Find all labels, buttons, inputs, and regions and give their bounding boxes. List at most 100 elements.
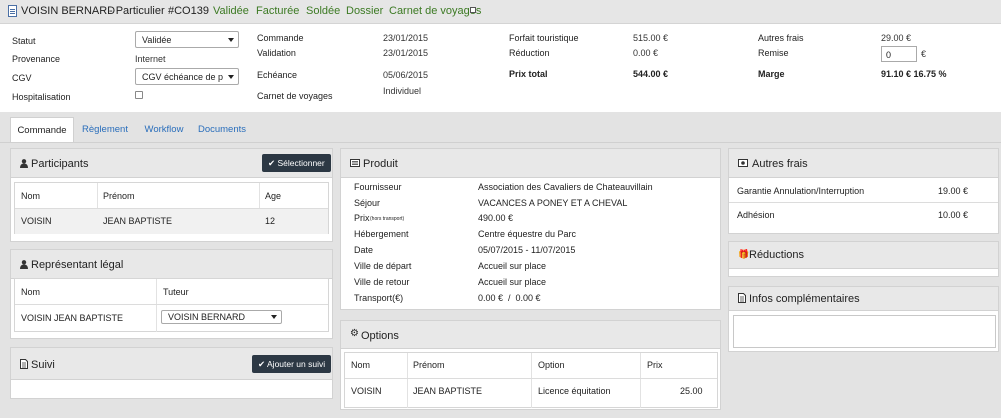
cgv-label: CGV	[12, 73, 32, 83]
remise-input[interactable]: 0	[881, 46, 917, 62]
participants-panel: Participants ✔ Sélectionner Nom Prénom A…	[10, 148, 333, 242]
ville-depart-label: Ville de départ	[354, 261, 412, 271]
ville-depart-value: Accueil sur place	[478, 261, 547, 271]
representant-panel: Représentant légal Nom Tuteur VOISIN JEA…	[10, 249, 333, 339]
chevron-down-icon	[228, 75, 234, 79]
provenance-label: Provenance	[12, 54, 61, 64]
reductions-panel: 🎁 Réductions	[728, 241, 999, 277]
suivi-panel: Suivi ✔ Ajouter un suivi	[10, 347, 333, 399]
reductions-title: Réductions	[749, 249, 805, 261]
participant-prenom: JEAN BAPTISTE	[103, 216, 173, 226]
user-icon	[20, 159, 28, 168]
prix-total-label: Prix total	[509, 69, 548, 79]
echeance-label: Echéance	[257, 70, 298, 80]
representant-title: Représentant légal	[31, 259, 124, 271]
tab-workflow[interactable]: Workflow	[138, 117, 190, 143]
status-soldee[interactable]: Soldée	[306, 5, 340, 17]
garantie-label: Garantie Annulation/Interruption	[737, 186, 865, 196]
commande-date: 23/01/2015	[383, 33, 429, 43]
col-header-option: Option	[538, 360, 565, 370]
customer-type: - Particulier	[109, 5, 165, 17]
document-icon	[8, 5, 17, 17]
hebergement-label: Hébergement	[354, 229, 409, 239]
echeance-date: 05/06/2015	[383, 70, 429, 80]
autres-frais-label: Autres frais	[758, 33, 804, 43]
order-header-bar: VOISIN BERNARD - Particulier #CO139 Vali…	[0, 0, 1001, 24]
statut-label: Statut	[12, 36, 36, 46]
tab-documents[interactable]: Documents	[194, 117, 250, 143]
status-dossier[interactable]: Dossier	[346, 5, 383, 17]
file-icon	[20, 359, 28, 369]
autres-frais-title: Autres frais	[752, 158, 808, 170]
tuteur-select[interactable]: VOISIN BERNARD	[161, 310, 282, 324]
tab-commande[interactable]: Commande	[10, 117, 74, 143]
adhesion-label: Adhésion	[737, 210, 775, 220]
list-box-icon	[350, 159, 360, 167]
chevron-down-icon	[271, 315, 277, 319]
order-code: #CO139	[168, 5, 209, 17]
col-divider	[531, 353, 532, 408]
adhesion-value: 10.00 €	[938, 210, 969, 220]
ville-retour-label: Ville de retour	[354, 277, 410, 287]
col-divider	[640, 353, 641, 408]
user-icon	[20, 260, 28, 269]
table-row[interactable]: VOISIN JEAN BAPTISTE 12	[15, 209, 328, 234]
prix-label: Prix	[354, 213, 370, 223]
provenance-value: Internet	[135, 54, 166, 64]
hebergement-value: Centre équestre du Parc	[478, 229, 577, 239]
produit-panel: Produit Fournisseur Association des Cava…	[340, 148, 721, 310]
money-icon	[738, 159, 748, 167]
file-icon	[738, 293, 746, 303]
option-label: Licence équitation	[538, 386, 611, 396]
col-header-nom: Nom	[21, 191, 41, 201]
suivi-title: Suivi	[31, 359, 55, 371]
cgv-select[interactable]: CGV échéance de p	[135, 68, 239, 85]
date-label: Date	[354, 245, 374, 255]
autres-frais-value: 29.00 €	[881, 33, 912, 43]
gear-icon: ⚙	[350, 328, 359, 339]
ajouter-suivi-button[interactable]: ✔ Ajouter un suivi	[252, 355, 332, 373]
options-table: Nom Prénom Option Prix VOISIN JEAN BAPTI…	[344, 352, 718, 408]
col-header-nom: Nom	[21, 287, 41, 297]
status-facturee[interactable]: Facturée	[256, 5, 299, 17]
reduction-label: Réduction	[509, 48, 550, 58]
col-divider	[407, 353, 408, 408]
status-carnet-voyages[interactable]: Carnet de voyages	[389, 5, 481, 17]
infos-panel: Infos complémentaires	[728, 286, 999, 352]
participants-title: Participants	[31, 158, 89, 170]
fournisseur-value: Association des Cavaliers de Chateauvill…	[478, 182, 653, 192]
row-divider	[729, 202, 998, 203]
validation-date: 23/01/2015	[383, 48, 429, 58]
option-prenom: JEAN BAPTISTE	[413, 386, 483, 396]
tuteur-select-value: VOISIN BERNARD	[168, 312, 246, 322]
tab-reglement[interactable]: Règlement	[76, 117, 134, 143]
col-divider	[156, 279, 157, 332]
option-prix: 25.00	[680, 386, 703, 396]
representant-panel-header: Représentant légal	[11, 250, 332, 279]
statut-select[interactable]: Validée	[135, 31, 239, 48]
infos-panel-header: Infos complémentaires	[729, 287, 998, 311]
selectionner-button[interactable]: ✔ Sélectionner	[262, 154, 331, 172]
row-divider	[345, 378, 717, 379]
col-header-tuteur: Tuteur	[163, 287, 189, 297]
forfait-label: Forfait touristique	[509, 33, 579, 43]
statut-select-value: Validée	[142, 35, 172, 45]
transport-label: Transport(€)	[354, 293, 404, 303]
carnet-check-icon	[470, 7, 476, 13]
status-validee[interactable]: Validée	[213, 5, 249, 17]
gift-icon: 🎁	[738, 249, 750, 259]
hospitalisation-checkbox[interactable]	[135, 91, 143, 99]
forfait-value: 515.00 €	[633, 33, 669, 43]
infos-title: Infos complémentaires	[749, 293, 860, 305]
infos-textarea[interactable]	[733, 315, 996, 348]
participants-panel-header: Participants ✔ Sélectionner	[11, 149, 332, 178]
col-header-prenom: Prénom	[103, 191, 135, 201]
col-header-prenom: Prénom	[413, 360, 445, 370]
options-panel-header: ⚙ Options	[341, 321, 720, 349]
ajouter-suivi-label: Ajouter un suivi	[267, 359, 326, 369]
sejour-label: Séjour	[354, 198, 381, 208]
chevron-down-icon	[228, 38, 234, 42]
representant-table: Nom Tuteur VOISIN JEAN BAPTISTE VOISIN B…	[14, 278, 329, 332]
participant-age: 12	[265, 216, 276, 226]
ville-retour-value: Accueil sur place	[478, 277, 547, 287]
